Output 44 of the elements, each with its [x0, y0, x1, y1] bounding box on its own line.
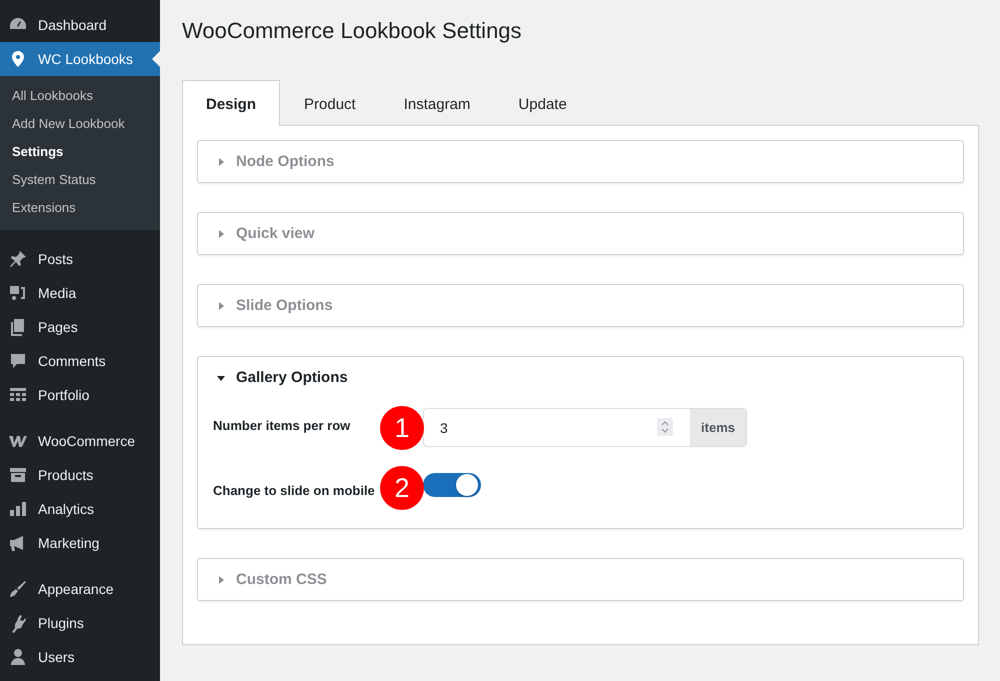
caret-right-icon — [216, 156, 226, 166]
user-icon — [8, 647, 28, 667]
menu-item[interactable]: Analytics — [0, 492, 160, 526]
menu-item[interactable]: WC Lookbooks — [0, 42, 160, 76]
menu-item[interactable]: Posts — [0, 242, 160, 276]
menu-item[interactable]: Users — [0, 640, 160, 674]
submenu-item[interactable]: Settings — [0, 138, 160, 166]
callout-number: 1 — [380, 406, 424, 450]
field-label: Number items per row — [213, 417, 352, 433]
menu-item[interactable]: WooCommerce — [0, 424, 160, 458]
number-input[interactable]: 3 items — [423, 408, 747, 447]
submenu-item[interactable]: Add New Lookbook — [0, 110, 160, 138]
field-label: Change to slide on mobile — [213, 482, 376, 498]
archive-box-icon — [8, 465, 28, 485]
accordion-header[interactable]: Gallery Options — [198, 357, 963, 398]
submenu-item[interactable]: System Status — [0, 166, 160, 194]
menu-item[interactable]: Media — [0, 276, 160, 310]
menu-item[interactable]: Marketing — [0, 526, 160, 560]
menu-item[interactable]: Pages — [0, 310, 160, 344]
menu-item[interactable]: Dashboard — [0, 8, 160, 42]
tab[interactable]: Update — [494, 80, 591, 126]
comment-icon — [8, 351, 28, 371]
unit-addon: items — [690, 409, 746, 446]
caret-right-icon — [216, 228, 226, 238]
menu-item[interactable]: Portfolio — [0, 378, 160, 412]
paintbrush-icon — [8, 579, 28, 599]
pushpin-icon — [8, 249, 28, 269]
bar-chart-icon — [8, 499, 28, 519]
spinner-icon[interactable] — [657, 418, 674, 436]
caret-right-icon — [216, 574, 226, 584]
callout-number: 2 — [380, 466, 424, 510]
menu-item[interactable]: Plugins — [0, 606, 160, 640]
tab[interactable]: Product — [280, 80, 380, 126]
tab[interactable]: Design — [182, 80, 280, 126]
tab[interactable]: Instagram — [380, 80, 494, 126]
menu-item[interactable]: Appearance — [0, 572, 160, 606]
media-icon — [8, 283, 28, 303]
page-title: WooCommerce Lookbook Settings — [182, 18, 523, 44]
submenu-item[interactable]: Extensions — [0, 194, 160, 222]
menu-item[interactable]: Products — [0, 458, 160, 492]
caret-right-icon — [216, 300, 226, 310]
submenu-item[interactable]: All Lookbooks — [0, 82, 160, 110]
toggle-switch[interactable] — [423, 473, 481, 497]
menu-item[interactable]: Comments — [0, 344, 160, 378]
